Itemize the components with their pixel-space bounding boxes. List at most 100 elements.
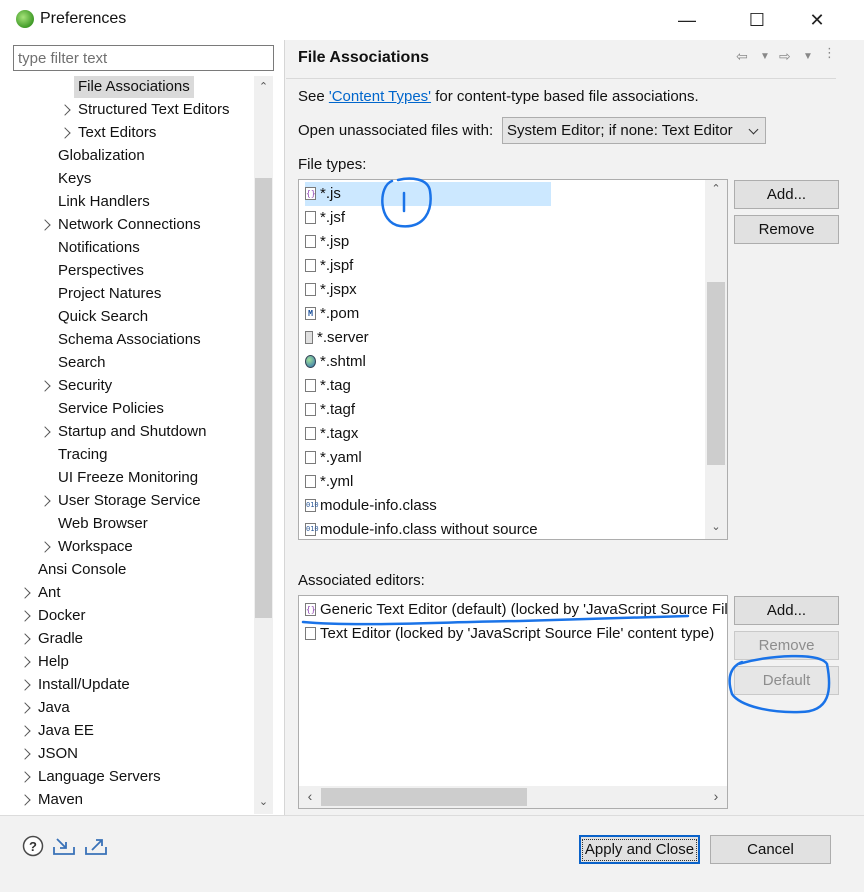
tree-item[interactable]: Web Browser (0, 513, 254, 536)
tree-item[interactable]: Ant (0, 582, 254, 605)
file-type-row[interactable]: *.tag (305, 374, 703, 398)
tree-item[interactable]: UI Freeze Monitoring (0, 467, 254, 490)
tree-item[interactable]: Globalization (0, 145, 254, 168)
scroll-down-arrow-icon[interactable]: ⌄ (254, 795, 273, 808)
tree-item[interactable]: Notifications (0, 237, 254, 260)
associated-editors-list[interactable]: {} Generic Text Editor (default) (locked … (298, 595, 728, 809)
scroll-left-arrow-icon[interactable]: ‹ (303, 788, 317, 804)
preferences-tree[interactable]: File Associations Structured Text Editors… (0, 76, 254, 814)
tree-item[interactable]: Java EE (0, 720, 254, 743)
forward-arrow-icon[interactable]: ⇨ (779, 48, 791, 65)
file-types-scrollbar-thumb[interactable] (707, 282, 725, 465)
chevron-right-icon[interactable] (39, 541, 51, 553)
chevron-right-icon[interactable] (39, 495, 51, 507)
tree-item[interactable]: Search (0, 352, 254, 375)
file-type-row[interactable]: 010module-info.class without source (305, 518, 703, 539)
file-type-row[interactable]: {} *.js (305, 182, 551, 206)
file-type-row[interactable]: *.jspf (305, 254, 703, 278)
chevron-right-icon[interactable] (39, 380, 51, 392)
cancel-button[interactable]: Cancel (710, 835, 831, 864)
file-type-row[interactable]: M *.pom (305, 302, 703, 326)
file-type-row[interactable]: *.yaml (305, 446, 703, 470)
file-type-row[interactable]: *.shtml (305, 350, 703, 374)
file-type-row[interactable]: *.tagf (305, 398, 703, 422)
editor-row[interactable]: Text Editor (locked by 'JavaScript Sourc… (305, 622, 714, 646)
editor-row[interactable]: {} Generic Text Editor (default) (locked … (305, 598, 727, 622)
chevron-right-icon[interactable] (39, 426, 51, 438)
back-arrow-icon[interactable]: ⇦ (736, 48, 748, 65)
tree-item[interactable]: JSON (0, 743, 254, 766)
maximize-button[interactable]: ☐ (734, 6, 780, 34)
import-icon[interactable] (52, 835, 76, 859)
chevron-right-icon[interactable] (19, 656, 31, 668)
tree-item[interactable]: Ansi Console (0, 559, 254, 582)
file-types-list[interactable]: {} *.js *.jsf *.jsp *.jspf *.jspx M *.pom *.serv… (298, 179, 728, 540)
chevron-right-icon[interactable] (19, 748, 31, 760)
tree-item[interactable]: Text Editors (0, 122, 254, 145)
tree-item[interactable]: Schema Associations (0, 329, 254, 352)
file-type-row[interactable]: *.jsp (305, 230, 703, 254)
chevron-right-icon[interactable] (19, 702, 31, 714)
file-type-remove-button[interactable]: Remove (734, 215, 839, 244)
scroll-right-arrow-icon[interactable]: › (709, 788, 723, 804)
chevron-right-icon[interactable] (19, 610, 31, 622)
chevron-right-icon[interactable] (19, 725, 31, 737)
file-type-row[interactable]: *.yml (305, 470, 703, 494)
tree-item[interactable]: Java (0, 697, 254, 720)
minimize-button[interactable]: — (664, 6, 710, 34)
file-type-row[interactable]: *.jsf (305, 206, 703, 230)
chevron-right-icon[interactable] (19, 633, 31, 645)
export-icon[interactable] (84, 835, 108, 859)
file-type-row[interactable]: *.tagx (305, 422, 703, 446)
tree-item[interactable]: Security (0, 375, 254, 398)
scroll-down-arrow-icon[interactable]: ⌄ (705, 520, 727, 533)
tree-item[interactable]: User Storage Service (0, 490, 254, 513)
scroll-up-arrow-icon[interactable]: ⌃ (705, 182, 727, 195)
view-menu-icon[interactable]: ⋮ (823, 46, 836, 59)
apply-and-close-button[interactable]: Apply and Close (579, 835, 700, 864)
editors-hscrollbar-thumb[interactable] (321, 788, 527, 806)
tree-item[interactable]: Structured Text Editors (0, 99, 254, 122)
tree-item[interactable]: Language Servers (0, 766, 254, 789)
tree-item[interactable]: Project Natures (0, 283, 254, 306)
tree-item[interactable]: Gradle (0, 628, 254, 651)
chevron-right-icon[interactable] (19, 794, 31, 806)
tree-item[interactable]: Tracing (0, 444, 254, 467)
file-type-add-button[interactable]: Add... (734, 180, 839, 209)
chevron-right-icon[interactable] (59, 127, 71, 139)
help-icon[interactable]: ? (22, 835, 46, 859)
file-type-row[interactable]: *.jspx (305, 278, 703, 302)
tree-item[interactable]: Quick Search (0, 306, 254, 329)
close-button[interactable]: ✕ (794, 6, 840, 34)
tree-item[interactable]: Maven (0, 789, 254, 812)
tree-item[interactable]: Help (0, 651, 254, 674)
tree-item[interactable]: Workspace (0, 536, 254, 559)
editor-remove-button[interactable]: Remove (734, 631, 839, 660)
tree-item[interactable]: File Associations (0, 76, 254, 99)
file-type-row[interactable]: 010module-info.class (305, 494, 703, 518)
editor-add-button[interactable]: Add... (734, 596, 839, 625)
tree-item[interactable]: Service Policies (0, 398, 254, 421)
chevron-right-icon[interactable] (39, 219, 51, 231)
chevron-right-icon[interactable] (59, 104, 71, 116)
scroll-up-arrow-icon[interactable]: ⌃ (254, 80, 273, 93)
forward-menu-icon[interactable]: ▼ (803, 51, 813, 62)
tree-scrollbar-thumb[interactable] (255, 178, 272, 618)
tree-item[interactable]: Install/Update (0, 674, 254, 697)
content-types-link[interactable]: 'Content Types' (329, 88, 431, 105)
back-menu-icon[interactable]: ▼ (760, 51, 770, 62)
chevron-right-icon[interactable] (19, 679, 31, 691)
pane-divider[interactable] (284, 40, 285, 816)
tree-item[interactable]: Startup and Shutdown (0, 421, 254, 444)
tree-item[interactable]: Perspectives (0, 260, 254, 283)
filter-input[interactable] (13, 45, 274, 71)
chevron-right-icon[interactable] (19, 771, 31, 783)
tree-item[interactable]: Keys (0, 168, 254, 191)
tree-item[interactable]: Network Connections (0, 214, 254, 237)
chevron-right-icon[interactable] (19, 587, 31, 599)
tree-item[interactable]: Link Handlers (0, 191, 254, 214)
editor-default-button[interactable]: Default (734, 666, 839, 695)
tree-item[interactable]: Docker (0, 605, 254, 628)
file-type-row[interactable]: *.server (305, 326, 703, 350)
open-unassociated-select[interactable]: System Editor; if none: Text Editor (502, 117, 766, 144)
